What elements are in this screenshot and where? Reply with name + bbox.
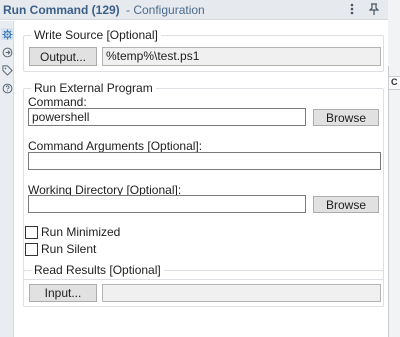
write-source-group: Write Source [Optional] Output... %temp%… xyxy=(23,28,384,72)
gear-icon[interactable] xyxy=(1,28,13,40)
read-results-title: Read Results [Optional] xyxy=(31,263,164,277)
window-title: Run Command (129) xyxy=(3,3,120,17)
config-sidebar xyxy=(0,21,14,337)
command-arguments-input[interactable] xyxy=(28,152,381,170)
configuration-content: Write Source [Optional] Output... %temp%… xyxy=(15,21,388,337)
adjacent-panel-edge: C xyxy=(388,0,400,337)
title-bar: Run Command (129) - Configuration xyxy=(0,0,388,20)
window-subtitle: - Configuration xyxy=(126,3,205,17)
help-icon[interactable] xyxy=(1,82,13,94)
command-browse-button[interactable]: Browse xyxy=(313,109,379,126)
run-external-program-title: Run External Program xyxy=(31,81,156,95)
working-directory-browse-button[interactable]: Browse xyxy=(313,196,379,213)
command-arguments-label: Command Arguments [Optional]: xyxy=(28,139,203,153)
command-label: Command: xyxy=(28,95,87,109)
run-external-program-group: Run External Program Command: powershell… xyxy=(23,81,384,280)
working-directory-input[interactable] xyxy=(28,195,306,213)
command-input[interactable]: powershell xyxy=(28,108,306,126)
panel-divider xyxy=(388,66,389,337)
pin-icon[interactable] xyxy=(366,1,382,17)
input-path-field[interactable] xyxy=(102,284,381,302)
run-minimized-label[interactable]: Run Minimized xyxy=(41,225,120,239)
input-button[interactable]: Input... xyxy=(29,284,97,302)
output-button[interactable]: Output... xyxy=(29,47,97,66)
more-options-icon[interactable] xyxy=(344,1,360,17)
output-path-field[interactable]: %temp%\test.ps1 xyxy=(102,47,381,66)
arrow-circle-icon[interactable] xyxy=(1,46,13,58)
run-minimized-checkbox[interactable] xyxy=(25,226,38,239)
write-source-title: Write Source [Optional] xyxy=(31,28,161,42)
adjacent-panel-tab[interactable]: C xyxy=(389,76,400,90)
run-silent-label[interactable]: Run Silent xyxy=(41,242,96,256)
tag-icon[interactable] xyxy=(1,64,13,76)
run-silent-checkbox[interactable] xyxy=(25,243,38,256)
read-results-group: Read Results [Optional] Input... xyxy=(23,263,384,307)
